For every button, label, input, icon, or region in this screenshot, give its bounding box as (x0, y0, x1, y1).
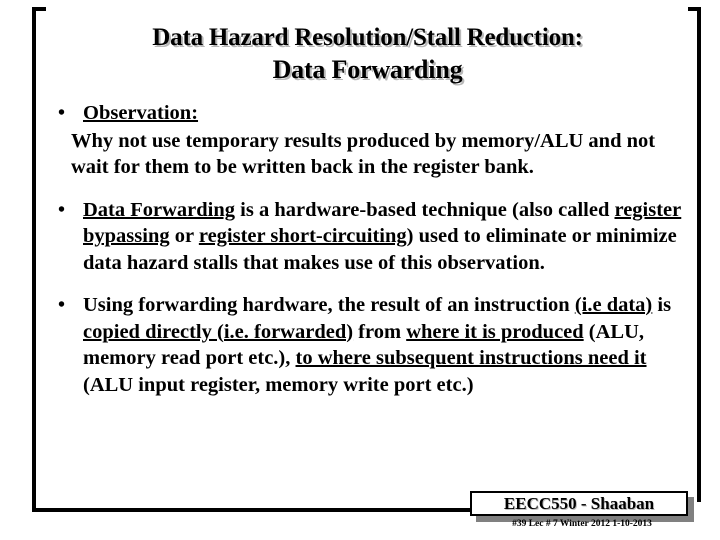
bullet-marker-icon: • (58, 102, 66, 124)
bullet-observation-content: Observation: Why not use temporary resul… (71, 100, 693, 181)
slide-title-line-1: Data Hazard Resolution/Stall Reduction: (152, 24, 583, 51)
term-register-short-circuiting: register short-circuiting (198, 225, 407, 247)
bullet-text-segment: is (652, 294, 672, 316)
footer-slide-meta: #39 Lec # 7 Winter 2012 1-10-2013 (512, 519, 652, 529)
bullet-data-forwarding-content: Data Forwarding is a hardware-based tech… (83, 197, 693, 277)
term-to-where-subsequent-instructions-need-it: to where subsequent instructions need it (295, 347, 647, 369)
bullet-marker-icon: • (58, 294, 66, 316)
bullet-forwarding-hardware-content: Using forwarding hardware, the result of… (83, 292, 693, 398)
slide-title-line-2: Data Forwarding (272, 55, 463, 84)
bullet-observation-body: Why not use temporary results produced b… (71, 129, 656, 179)
term-ie-data: (i.e data) (574, 294, 653, 316)
slide-frame-bottom-border (32, 508, 472, 512)
term-data-forwarding: Data Forwarding (83, 198, 236, 221)
slide-canvas: Data Hazard Resolution/Stall Reduction: … (0, 0, 720, 540)
bullet-text-segment: Using forwarding hardware, the result of… (83, 294, 575, 316)
slide-body: • Observation: Why not use temporary res… (48, 100, 693, 398)
bullet-marker-icon: • (58, 198, 66, 221)
term-copied-directly: copied directly (i.e. forwarded) (83, 320, 354, 343)
bullet-item-data-forwarding: • Data Forwarding is a hardware-based te… (48, 197, 693, 277)
slide-frame-left-border (32, 7, 36, 512)
term-where-it-is-produced: where it is produced (406, 320, 584, 343)
bullet-text-segment: is a hardware-based technique (also call… (235, 198, 615, 221)
bullet-text-segment: (ALU input register, memory write port e… (83, 373, 474, 396)
footer-course-tag: EECC550 - Shaaban (470, 491, 688, 516)
bullet-item-forwarding-hardware: • Using forwarding hardware, the result … (48, 292, 693, 398)
bullet-text-segment: or (169, 225, 199, 247)
footer-course-tag-label: EECC550 - Shaaban (503, 493, 655, 513)
slide-frame-right-border (697, 7, 701, 502)
bullet-text-segment: from (353, 320, 407, 343)
bullet-item-observation: • Observation: Why not use temporary res… (48, 100, 693, 181)
bullet-observation-lead: Observation: (83, 102, 199, 124)
slide-title: Data Hazard Resolution/Stall Reduction: … (40, 22, 695, 87)
